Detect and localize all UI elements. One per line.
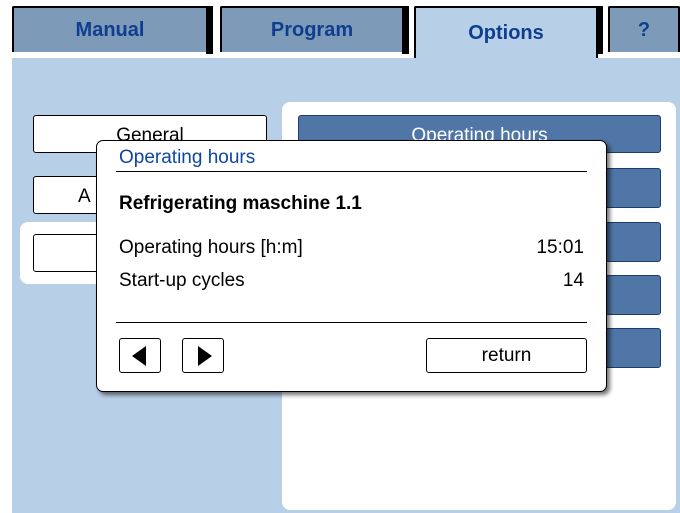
startup-cycles-label: Start-up cycles	[119, 270, 245, 291]
option-button-3[interactable]	[604, 222, 661, 262]
previous-button[interactable]	[119, 338, 161, 373]
return-button[interactable]: return	[426, 338, 587, 373]
device-name: Refrigerating maschine 1.1	[119, 193, 362, 214]
operating-hours-label: Operating hours [h:m]	[119, 237, 303, 258]
tab-help-label: ?	[637, 18, 651, 41]
tab-program-label: Program	[270, 18, 354, 41]
return-button-label: return	[481, 344, 532, 366]
startup-cycles-row: Start-up cycles 14	[119, 270, 584, 292]
option-button-5[interactable]	[604, 328, 661, 368]
tab-options[interactable]: Options	[414, 6, 603, 58]
option-button-2[interactable]	[604, 168, 661, 208]
next-button[interactable]	[182, 338, 224, 373]
startup-cycles-value: 14	[562, 270, 584, 291]
operating-hours-dialog: Operating hours Refrigerating maschine 1…	[96, 140, 607, 392]
tab-manual[interactable]: Manual	[12, 6, 213, 54]
divider	[116, 322, 587, 323]
operating-hours-row: Operating hours [h:m] 15:01	[119, 237, 584, 259]
menu-button-a-label: A	[78, 186, 91, 207]
tab-bar: Manual Program Options ?	[12, 0, 680, 58]
dialog-title: Operating hours	[119, 147, 256, 168]
operating-hours-value: 15:01	[536, 237, 584, 258]
tab-options-label: Options	[468, 21, 544, 44]
tab-help[interactable]: ?	[608, 6, 680, 52]
tab-program[interactable]: Program	[220, 6, 409, 54]
tab-manual-label: Manual	[75, 18, 145, 41]
arrow-left-icon	[132, 346, 146, 366]
option-button-4[interactable]	[604, 275, 661, 315]
divider	[116, 171, 587, 172]
arrow-right-icon	[198, 346, 212, 366]
